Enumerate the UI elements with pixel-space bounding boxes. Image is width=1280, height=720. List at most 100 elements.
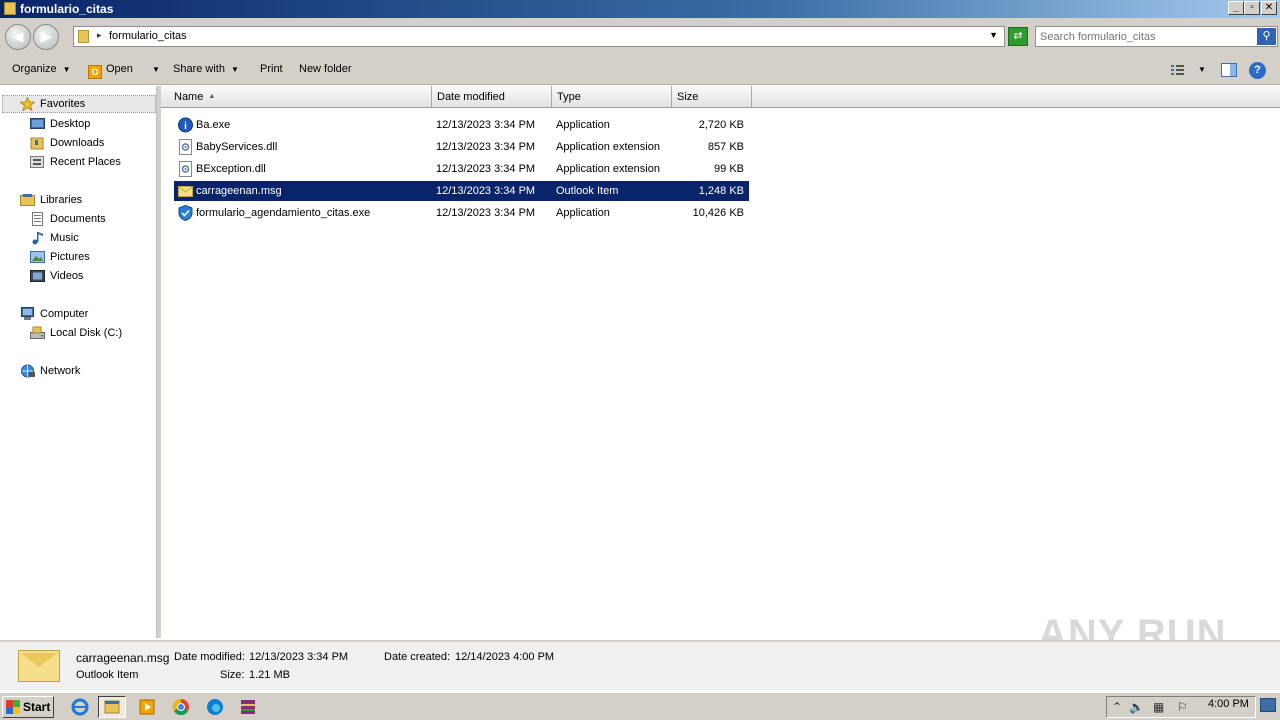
show-hidden-icons-icon[interactable]: ⌃ [1112,700,1122,714]
edge-icon[interactable] [201,696,229,718]
column-size[interactable]: Size [672,86,752,108]
folder-icon [4,2,16,15]
column-name-label: Name [174,91,204,103]
nav-computer-label: Computer [40,308,89,320]
file-row[interactable]: formulario_agendamiento_citas.exe 12/13/… [174,203,749,223]
breadcrumb-current[interactable]: formulario_citas [109,30,187,42]
nav-desktop-label: Desktop [50,118,91,130]
file-date: 12/13/2023 3:34 PM [436,119,536,131]
open-button[interactable]: O Open [88,63,133,79]
computer-icon [21,307,34,320]
share-with-button[interactable]: Share with ▼ [173,63,239,75]
clock[interactable]: 4:00 PM [1208,698,1249,710]
file-name: formulario_agendamiento_citas.exe [196,207,371,219]
details-pane: carrageenan.msg Outlook Item Date modifi… [0,640,1280,690]
window-title: formulario_citas [20,2,114,16]
organize-label: Organize [12,63,57,75]
details-type: Outlook Item [76,669,139,681]
file-name: Ba.exe [196,119,231,131]
chrome-icon[interactable] [167,696,195,718]
start-button[interactable]: Start [2,696,54,718]
nav-documents-label: Documents [50,213,106,225]
taskbar: Start ⌃ 🔈 ▦ ⚐ 4:00 PM [0,692,1280,720]
search-icon[interactable]: ⚲ [1257,28,1276,45]
chevron-down-icon: ▼ [152,65,160,74]
search-input[interactable] [1040,29,1250,44]
forward-button[interactable]: ▶ [33,24,59,50]
music-icon [32,232,43,245]
file-name: BabyServices.dll [196,141,278,153]
view-dropdown-button[interactable]: ▼ [1192,63,1206,75]
close-button[interactable]: ✕ [1261,1,1277,15]
star-icon [20,97,35,111]
dll-icon [179,139,192,155]
show-desktop-button[interactable] [1260,698,1276,712]
downloads-folder-icon [30,137,44,150]
hard-drive-icon [30,326,45,339]
file-size: 1,248 KB [698,185,744,197]
file-type: Outlook Item [556,185,619,197]
file-row[interactable]: BabyServices.dll 12/13/2023 3:34 PM Appl… [174,137,749,157]
explorer-taskbar-button[interactable] [98,696,126,718]
sort-ascending-icon: ▲ [208,93,216,100]
chevron-down-icon: ▼ [230,65,239,74]
file-size: 2,720 KB [698,119,744,131]
nav-libraries-label: Libraries [40,194,83,206]
file-type: Application extension [556,141,660,153]
file-row[interactable]: i Ba.exe 12/13/2023 3:34 PM Application … [174,115,749,135]
mail-large-icon [18,650,60,682]
file-date: 12/13/2023 3:34 PM [436,207,536,219]
share-with-label: Share with [173,63,225,75]
column-date-modified[interactable]: Date modified [432,86,552,108]
breadcrumb-separator-icon[interactable]: ▸ [97,30,102,41]
network-tray-icon[interactable]: ▦ [1153,700,1164,714]
navigation-pane [0,86,157,638]
column-type[interactable]: Type [552,86,672,108]
nav-music-label: Music [50,232,79,244]
chevron-down-icon[interactable]: ▼ [989,30,998,40]
address-field[interactable]: ▸ formulario_citas ▼ [73,26,1005,47]
nav-favorites-label: Favorites [40,98,86,110]
file-row-selected[interactable]: carrageenan.msg 12/13/2023 3:34 PM Outlo… [174,181,749,201]
action-center-flag-icon[interactable]: ⚐ [1177,700,1188,714]
preview-pane-icon[interactable] [1221,63,1237,77]
file-row[interactable]: BException.dll 12/13/2023 3:34 PM Applic… [174,159,749,179]
media-player-icon[interactable] [133,696,161,718]
mail-icon [178,186,193,197]
file-type: Application [556,207,610,219]
refresh-button[interactable]: ⇄ [1008,27,1028,46]
file-name: BException.dll [196,163,266,175]
recent-places-icon [30,156,44,168]
help-icon[interactable]: ? [1249,62,1266,79]
desktop-icon [30,118,45,129]
column-name[interactable]: Name ▲ [169,86,432,108]
print-button[interactable]: Print [260,63,283,75]
minimize-button[interactable]: _ [1228,1,1244,15]
restore-button[interactable]: ▫ [1244,1,1260,15]
view-options-icon[interactable] [1170,63,1186,77]
file-type: Application [556,119,610,131]
internet-explorer-icon[interactable] [66,696,94,718]
open-dropdown-button[interactable]: ▼ [146,63,160,75]
back-button[interactable]: ◀ [5,24,31,50]
windows-logo-icon [6,700,20,714]
volume-icon[interactable]: 🔈 [1129,700,1144,714]
file-size: 857 KB [707,141,744,153]
winrar-icon[interactable] [234,696,262,718]
nav-pictures-label: Pictures [50,251,90,263]
file-date: 12/13/2023 3:34 PM [436,141,536,153]
details-size: 1.21 MB [249,669,290,681]
nav-recent-places-label: Recent Places [50,156,121,168]
column-header-row: Name ▲ Date modified Type Size [161,86,1280,108]
nav-downloads-label: Downloads [50,137,105,149]
network-icon [21,364,35,378]
new-folder-button[interactable]: New folder [299,63,352,75]
pictures-icon [30,251,45,263]
file-date: 12/13/2023 3:34 PM [436,163,536,175]
command-bar: Organize ▼ O Open ▼ Share with ▼ Print New … [0,55,1280,85]
start-label: Start [23,700,51,714]
search-box[interactable]: ⚲ [1035,26,1278,47]
chevron-down-icon: ▼ [1198,65,1206,74]
organize-button[interactable]: Organize ▼ [12,63,71,75]
exe-blue-icon: i [178,117,193,133]
